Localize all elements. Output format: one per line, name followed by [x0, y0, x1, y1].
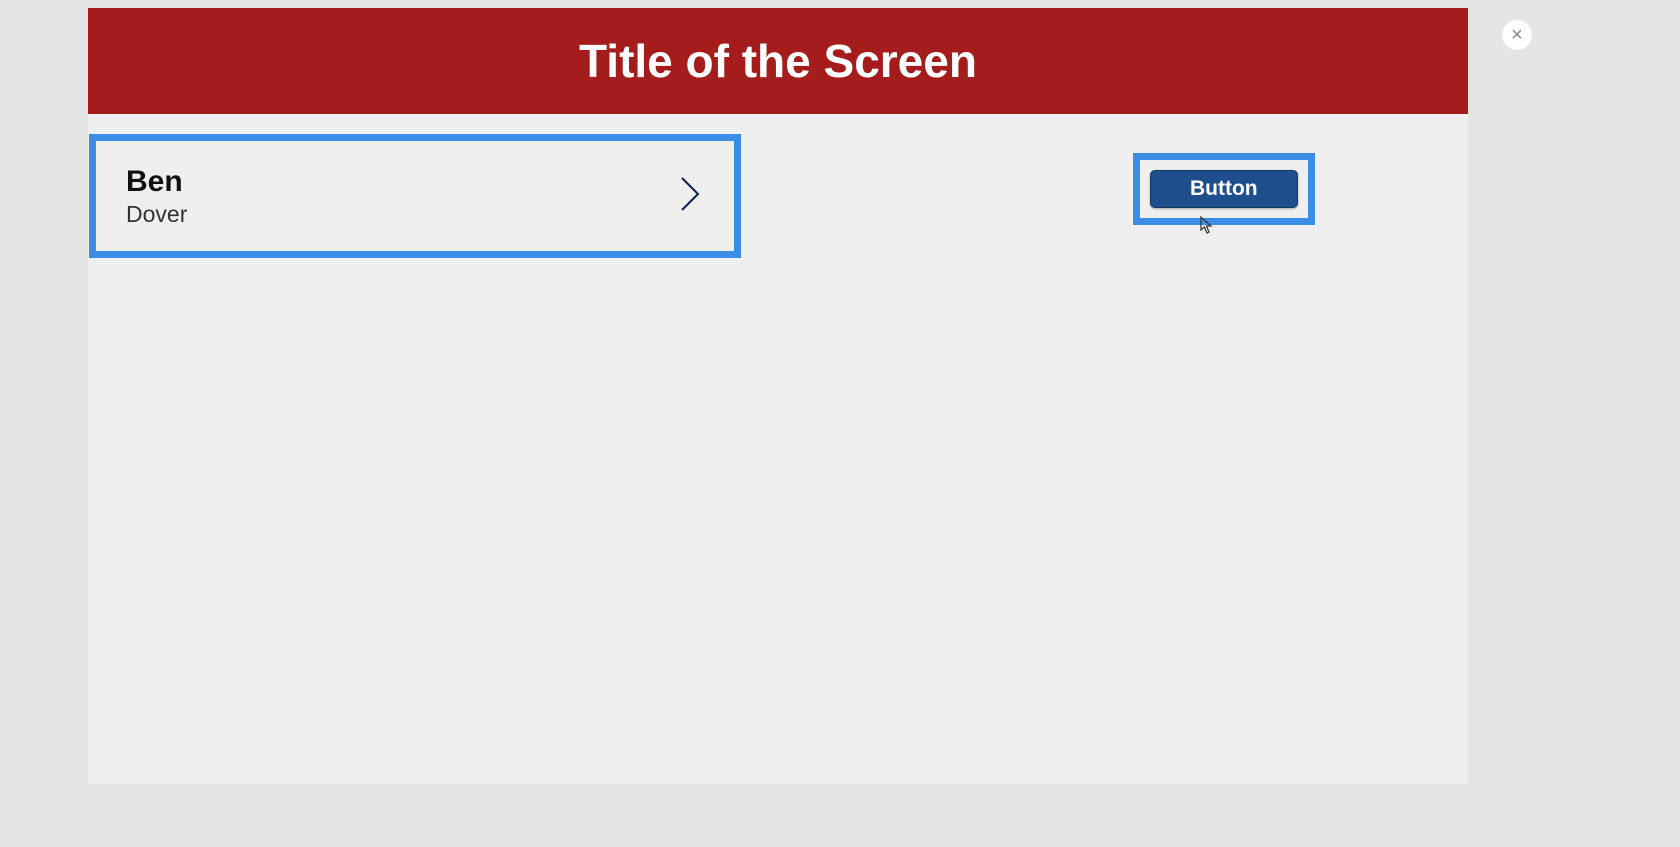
item-text: Ben Dover [126, 165, 187, 228]
action-button[interactable]: Button [1150, 170, 1298, 208]
close-button[interactable]: × [1502, 20, 1532, 50]
screen-title: Title of the Screen [579, 34, 977, 88]
screen-panel: Title of the Screen Ben Dover Button [88, 8, 1468, 784]
header-bar: Title of the Screen [88, 8, 1468, 114]
close-icon: × [1511, 25, 1523, 45]
item-card[interactable]: Ben Dover [89, 134, 741, 258]
item-primary-text: Ben [126, 165, 187, 199]
chevron-right-icon [678, 174, 704, 219]
item-secondary-text: Dover [126, 201, 187, 228]
content-row: Ben Dover Button [88, 114, 1468, 258]
button-highlight-frame: Button [1133, 153, 1315, 225]
